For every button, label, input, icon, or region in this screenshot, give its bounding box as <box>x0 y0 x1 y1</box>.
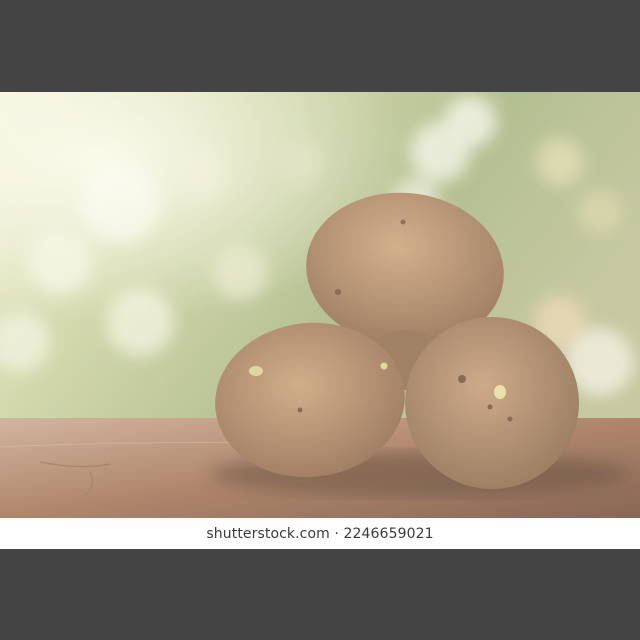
stock-photo <box>0 92 640 518</box>
watermark-text: shutterstock.com · 2246659021 <box>206 525 434 542</box>
bottom-frame-bar <box>0 549 640 640</box>
watermark-bar: shutterstock.com · 2246659021 <box>0 518 640 549</box>
top-frame-bar <box>0 0 640 92</box>
